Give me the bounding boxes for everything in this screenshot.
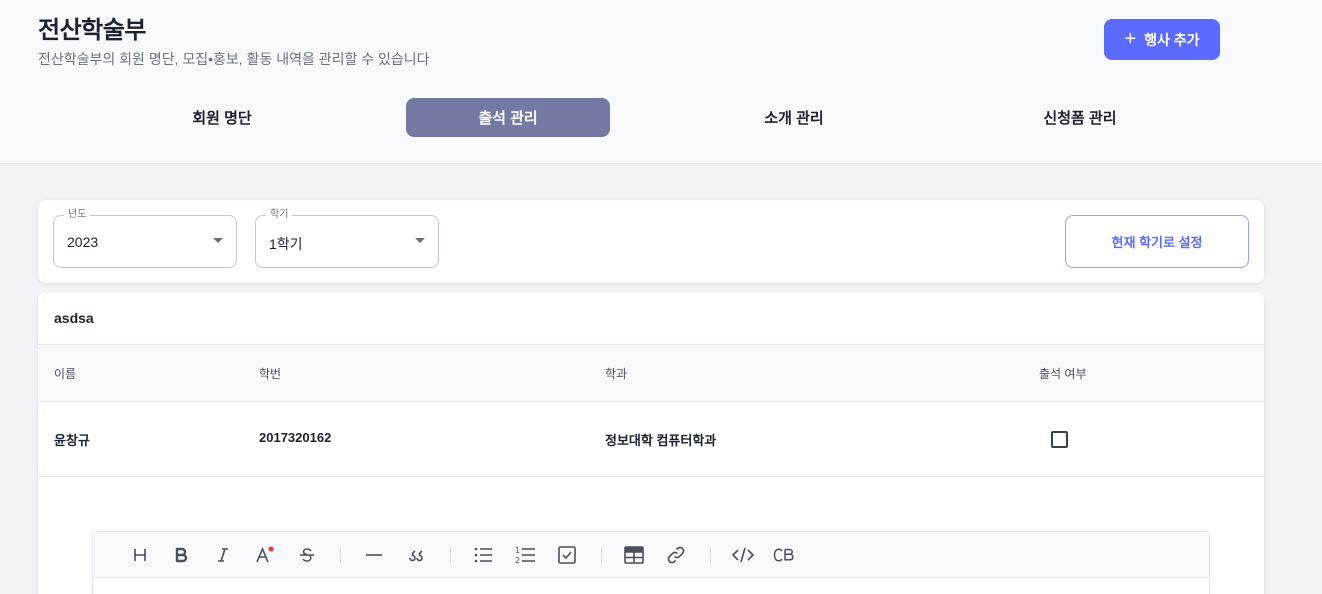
semester-select-value: 1학기 (269, 236, 303, 252)
column-header-attendance: 출석 여부 (1039, 367, 1087, 381)
toolbar-divider (710, 547, 711, 563)
toolbar-divider (601, 547, 602, 563)
svg-text:1: 1 (515, 546, 520, 555)
page-subtitle: 전산학술부의 회원 명단, 모집•홍보, 활동 내역을 관리할 수 있습니다 (38, 51, 430, 67)
add-event-button[interactable]: + 행사 추가 (1104, 19, 1220, 60)
event-title: asdsa (54, 310, 94, 326)
tab-introduction[interactable]: 소개 관리 (692, 98, 896, 137)
editor-toolbar: 12 (93, 532, 1209, 578)
year-select-label: 년도 (64, 209, 91, 221)
tab-attendance[interactable]: 출석 관리 (406, 98, 610, 137)
year-select-value: 2023 (67, 234, 99, 250)
heading-icon[interactable] (126, 541, 154, 569)
member-student-id: 2017320162 (259, 430, 332, 445)
column-header-name: 이름 (54, 367, 77, 381)
filter-card: 년도 2023 학기 1학기 현재 학기로 설정 (38, 200, 1264, 283)
member-department: 정보대학 컴퓨터학과 (605, 433, 717, 448)
plus-icon: + (1124, 27, 1137, 50)
tab-application-form[interactable]: 신청폼 관리 (978, 98, 1182, 137)
horizontal-rule-icon[interactable] (360, 541, 388, 569)
semester-select-label: 학기 (266, 209, 293, 221)
semester-select[interactable]: 학기 1학기 (255, 209, 439, 268)
bullet-list-icon[interactable] (469, 541, 497, 569)
italic-icon[interactable] (209, 541, 237, 569)
tab-bar: 회원 명단 출석 관리 소개 관리 신청폼 관리 (0, 98, 1322, 137)
toolbar-divider (450, 547, 451, 563)
link-icon[interactable] (662, 541, 690, 569)
attendance-checkbox[interactable] (1051, 431, 1068, 448)
tab-member-list[interactable]: 회원 명단 (120, 98, 324, 137)
ordered-list-icon[interactable]: 12 (511, 541, 539, 569)
table-row: 윤창규 2017320162 정보대학 컴퓨터학과 (38, 402, 1264, 477)
year-select[interactable]: 년도 2023 (53, 209, 237, 268)
code-icon[interactable] (729, 541, 757, 569)
toolbar-divider (340, 547, 341, 563)
task-list-icon[interactable] (553, 541, 581, 569)
column-header-department: 학과 (605, 367, 628, 381)
table-header: 이름 학번 학과 출석 여부 (38, 344, 1264, 402)
page-header: 전산학술부 전산학술부의 회원 명단, 모집•홍보, 활동 내역을 관리할 수 … (0, 0, 1322, 164)
column-header-student-id: 학번 (259, 367, 282, 381)
dropdown-arrow-icon (415, 238, 425, 243)
set-current-semester-button[interactable]: 현재 학기로 설정 (1065, 215, 1249, 268)
bold-icon[interactable] (167, 541, 195, 569)
rich-text-editor[interactable]: 12 (92, 531, 1210, 594)
page-title: 전산학술부 (38, 17, 146, 44)
code-block-icon[interactable] (770, 541, 798, 569)
table-icon[interactable] (620, 541, 648, 569)
svg-text:2: 2 (515, 556, 520, 565)
quote-icon[interactable] (402, 541, 430, 569)
member-name: 윤창규 (54, 433, 90, 448)
strikethrough-icon[interactable] (293, 541, 321, 569)
add-event-label: 행사 추가 (1144, 31, 1200, 48)
dropdown-arrow-icon (213, 238, 223, 243)
text-color-icon[interactable] (251, 541, 279, 569)
